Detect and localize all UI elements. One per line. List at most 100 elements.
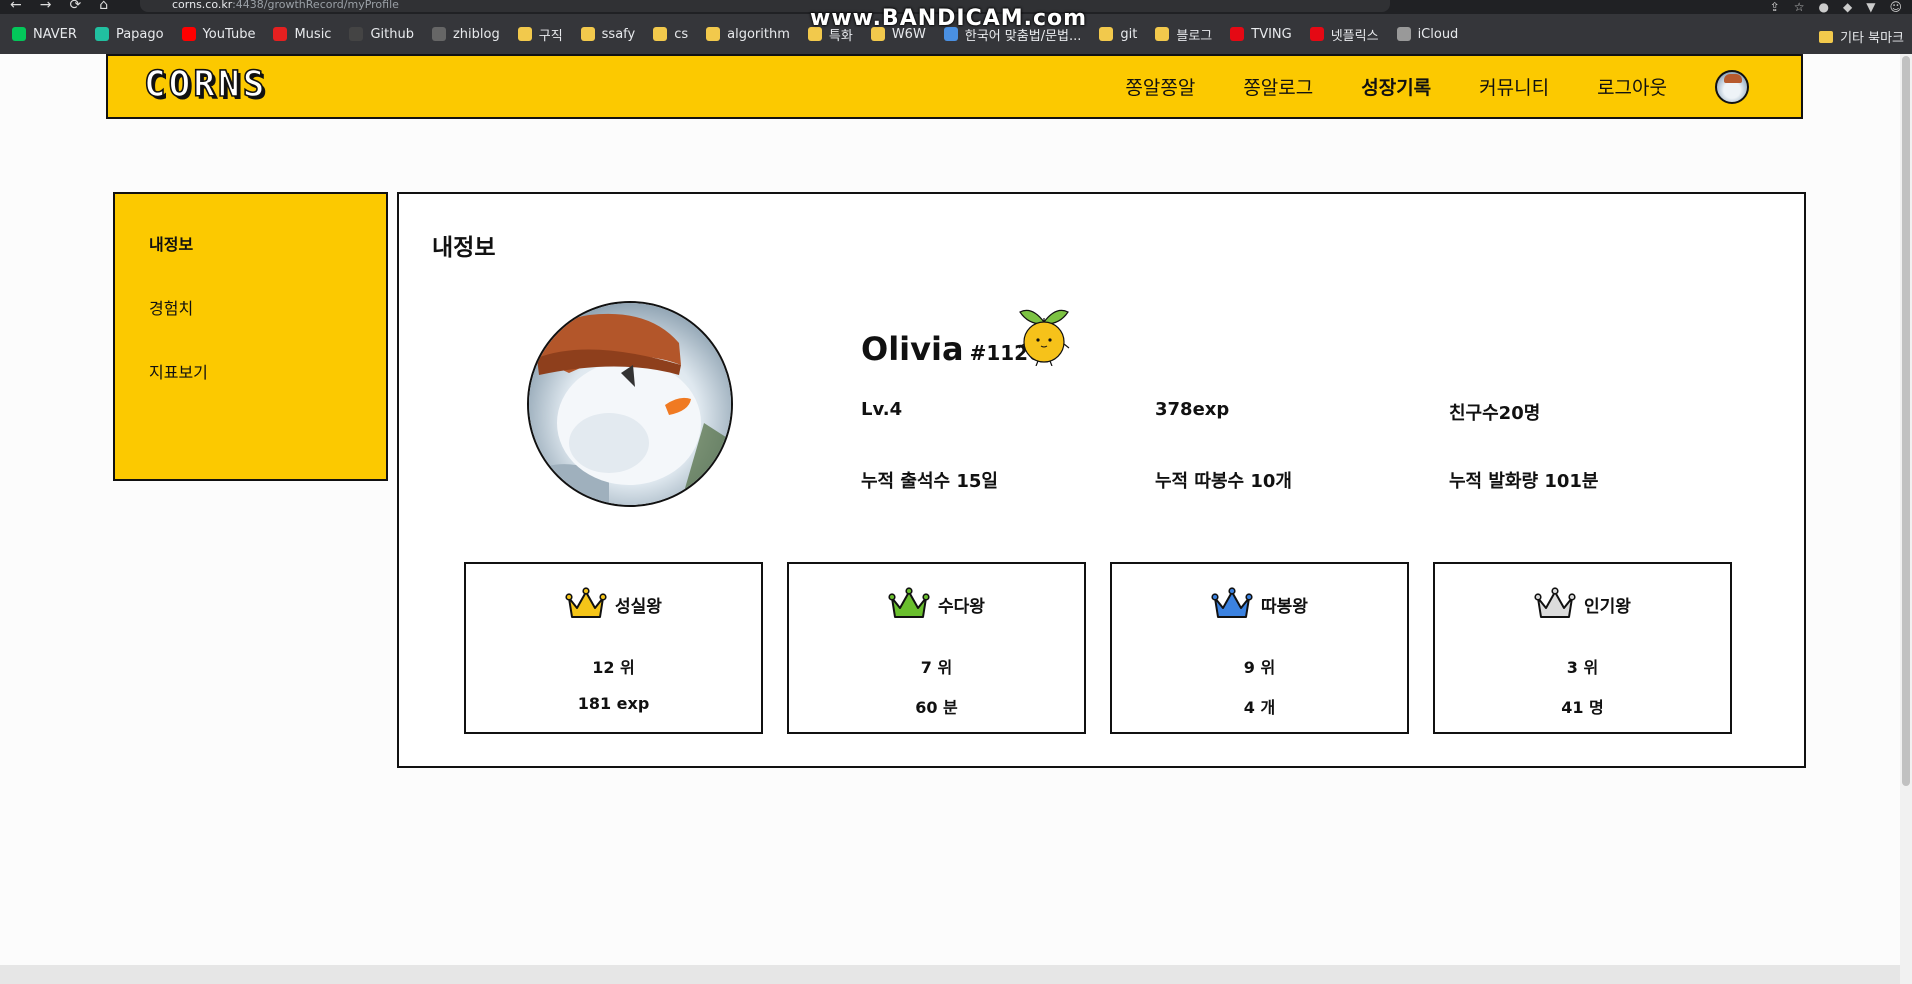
browser-nav-icons[interactable]: ←→⟳⌂	[10, 0, 126, 13]
ranking-card: 따봉왕 9 위 4 개	[1110, 562, 1409, 734]
bookmark-icon	[1230, 27, 1245, 41]
card-title: 성실왕	[615, 596, 662, 617]
bookmark-label: algorithm	[727, 26, 790, 42]
profile-panel: 내정보 Olivia #1126 Lv.4 378exp 친구수20명 누적 출…	[397, 192, 1806, 768]
username: Olivia #1126	[861, 330, 1042, 368]
address-bar[interactable]: corns.co.kr:4438/growthRecord/myProfile	[140, 0, 1390, 12]
scrollbar-thumb[interactable]	[1902, 56, 1910, 786]
recording-watermark: www.BANDICAM.com	[810, 6, 1088, 31]
profile-photo	[527, 301, 733, 507]
bottom-strip	[0, 965, 1900, 984]
extension-icons[interactable]: ⇪ ☆ ● ◆ ▼ ☺	[1770, 0, 1902, 14]
stat-level: Lv.4	[861, 399, 903, 420]
stat-ddabong: 누적 따봉수 10개	[1155, 471, 1292, 492]
ranking-cards: 성실왕 12 위 181 exp 수다왕 7 위 60 분 따봉왕 9 위 4 개 인기왕 3 위 4…	[464, 562, 1732, 734]
bookmark-item[interactable]: git	[1099, 27, 1137, 42]
bookmark-item[interactable]: zhiblog	[431, 26, 500, 42]
bookmark-label: git	[1120, 26, 1138, 42]
bookmark-icon	[1396, 27, 1411, 41]
url-host: corns.co.kr	[172, 0, 233, 11]
bookmark-label: zhiblog	[452, 26, 500, 42]
page-title: 내정보	[432, 235, 496, 261]
bookmark-item[interactable]: 블로그	[1155, 25, 1212, 44]
bookmark-label: NAVER	[33, 26, 77, 42]
stat-friends: 친구수20명	[1449, 403, 1541, 424]
card-value: 41 명	[1561, 698, 1604, 717]
page-scrollbar[interactable]	[1900, 54, 1912, 984]
card-rank: 12 위	[592, 658, 635, 677]
bookmark-item[interactable]: Music	[273, 27, 331, 42]
bookmark-label: Papago	[115, 26, 164, 42]
site-header: CORNS 쫑알쫑알 쫑알로그 성장기록 커뮤니티 로그아웃	[106, 54, 1803, 119]
card-title: 따봉왕	[1261, 596, 1308, 617]
bookmark-icon	[580, 27, 595, 41]
bookmark-item[interactable]: ssafy	[580, 26, 636, 42]
bookmark-item[interactable]: Papago	[94, 26, 164, 42]
profile-sidebar: 내정보 경험치 지표보기	[113, 192, 388, 481]
bookmark-item[interactable]: iCloud	[1396, 26, 1459, 42]
crown-icon	[1534, 587, 1576, 618]
avatar[interactable]	[1715, 69, 1749, 104]
bookmark-label: Github	[370, 26, 414, 42]
card-rank: 7 위	[920, 658, 953, 677]
nav-chat[interactable]: 쫑알쫑알	[1125, 73, 1195, 100]
card-header: 성실왕	[466, 586, 761, 622]
ranking-card: 수다왕 7 위 60 분	[787, 562, 1086, 734]
card-rank: 3 위	[1566, 658, 1599, 677]
bookmark-item[interactable]: cs	[653, 27, 688, 42]
bookmark-label: YouTube	[202, 26, 256, 42]
main-nav: 쫑알쫑알 쫑알로그 성장기록 커뮤니티 로그아웃	[1077, 56, 1749, 117]
stat-attendance: 누적 출석수 15일	[861, 471, 998, 492]
bookmark-item[interactable]: 구직	[517, 25, 563, 44]
ranking-card: 성실왕 12 위 181 exp	[464, 562, 763, 734]
nav-logout[interactable]: 로그아웃	[1597, 73, 1667, 100]
bookmark-item[interactable]: Github	[349, 27, 414, 42]
sidebar-item-my-info[interactable]: 내정보	[149, 231, 193, 255]
corns-logo[interactable]: CORNS	[143, 63, 267, 106]
bookmark-icon	[706, 27, 721, 41]
crown-icon	[888, 587, 930, 618]
bookmark-label: TVING	[1251, 26, 1292, 42]
bookmark-label: 블로그	[1176, 28, 1213, 44]
bookmark-icon	[1099, 27, 1114, 41]
bookmark-label: iCloud	[1417, 26, 1459, 42]
card-value: 4 개	[1243, 698, 1276, 717]
bookmark-item[interactable]: YouTube	[181, 26, 256, 42]
card-value: 181 exp	[577, 694, 650, 713]
card-value: 60 분	[915, 698, 958, 717]
card-header: 인기왕	[1435, 586, 1730, 622]
bookmark-icon	[181, 27, 196, 41]
sidebar-item-metrics[interactable]: 지표보기	[149, 359, 208, 383]
bookmark-icon	[349, 27, 364, 41]
stat-exp: 378exp	[1155, 399, 1230, 420]
sidebar-item-experience[interactable]: 경험치	[149, 295, 193, 319]
bookmark-icon	[273, 27, 288, 41]
ranking-card: 인기왕 3 위 41 명	[1433, 562, 1732, 734]
card-header: 따봉왕	[1112, 586, 1407, 622]
corn-mascot-icon	[1018, 309, 1070, 366]
nav-community[interactable]: 커뮤니티	[1479, 73, 1549, 100]
bookmark-item[interactable]: NAVER	[12, 27, 77, 42]
bookmark-item[interactable]: algorithm	[706, 27, 790, 42]
bookmark-label: 구직	[538, 28, 563, 44]
bookmark-item[interactable]: 넷플릭스	[1309, 25, 1379, 44]
stat-speech: 누적 발화량 101분	[1449, 471, 1599, 492]
snowman-photo-icon	[529, 303, 731, 505]
url-path: :4438/growthRecord/myProfile	[232, 0, 399, 11]
crown-icon	[565, 587, 607, 618]
bookmark-label: ssafy	[601, 26, 636, 42]
card-header: 수다왕	[789, 586, 1084, 622]
bookmark-icon	[517, 27, 532, 41]
nav-chatlog[interactable]: 쫑알로그	[1243, 73, 1313, 100]
bookmark-other-folder[interactable]: 기타 북마크	[1819, 27, 1904, 46]
nav-growth-record[interactable]: 성장기록	[1361, 73, 1431, 100]
card-title: 인기왕	[1584, 596, 1631, 617]
bookmark-icon	[1155, 27, 1170, 41]
bookmark-item[interactable]: TVING	[1230, 26, 1292, 42]
bookmark-icon	[12, 27, 26, 41]
folder-icon	[1819, 30, 1834, 43]
bookmark-icon	[1309, 27, 1324, 41]
bookmark-label: cs	[674, 26, 689, 42]
bookmark-label: 넷플릭스	[1330, 28, 1379, 44]
user-name: Olivia	[861, 330, 964, 368]
